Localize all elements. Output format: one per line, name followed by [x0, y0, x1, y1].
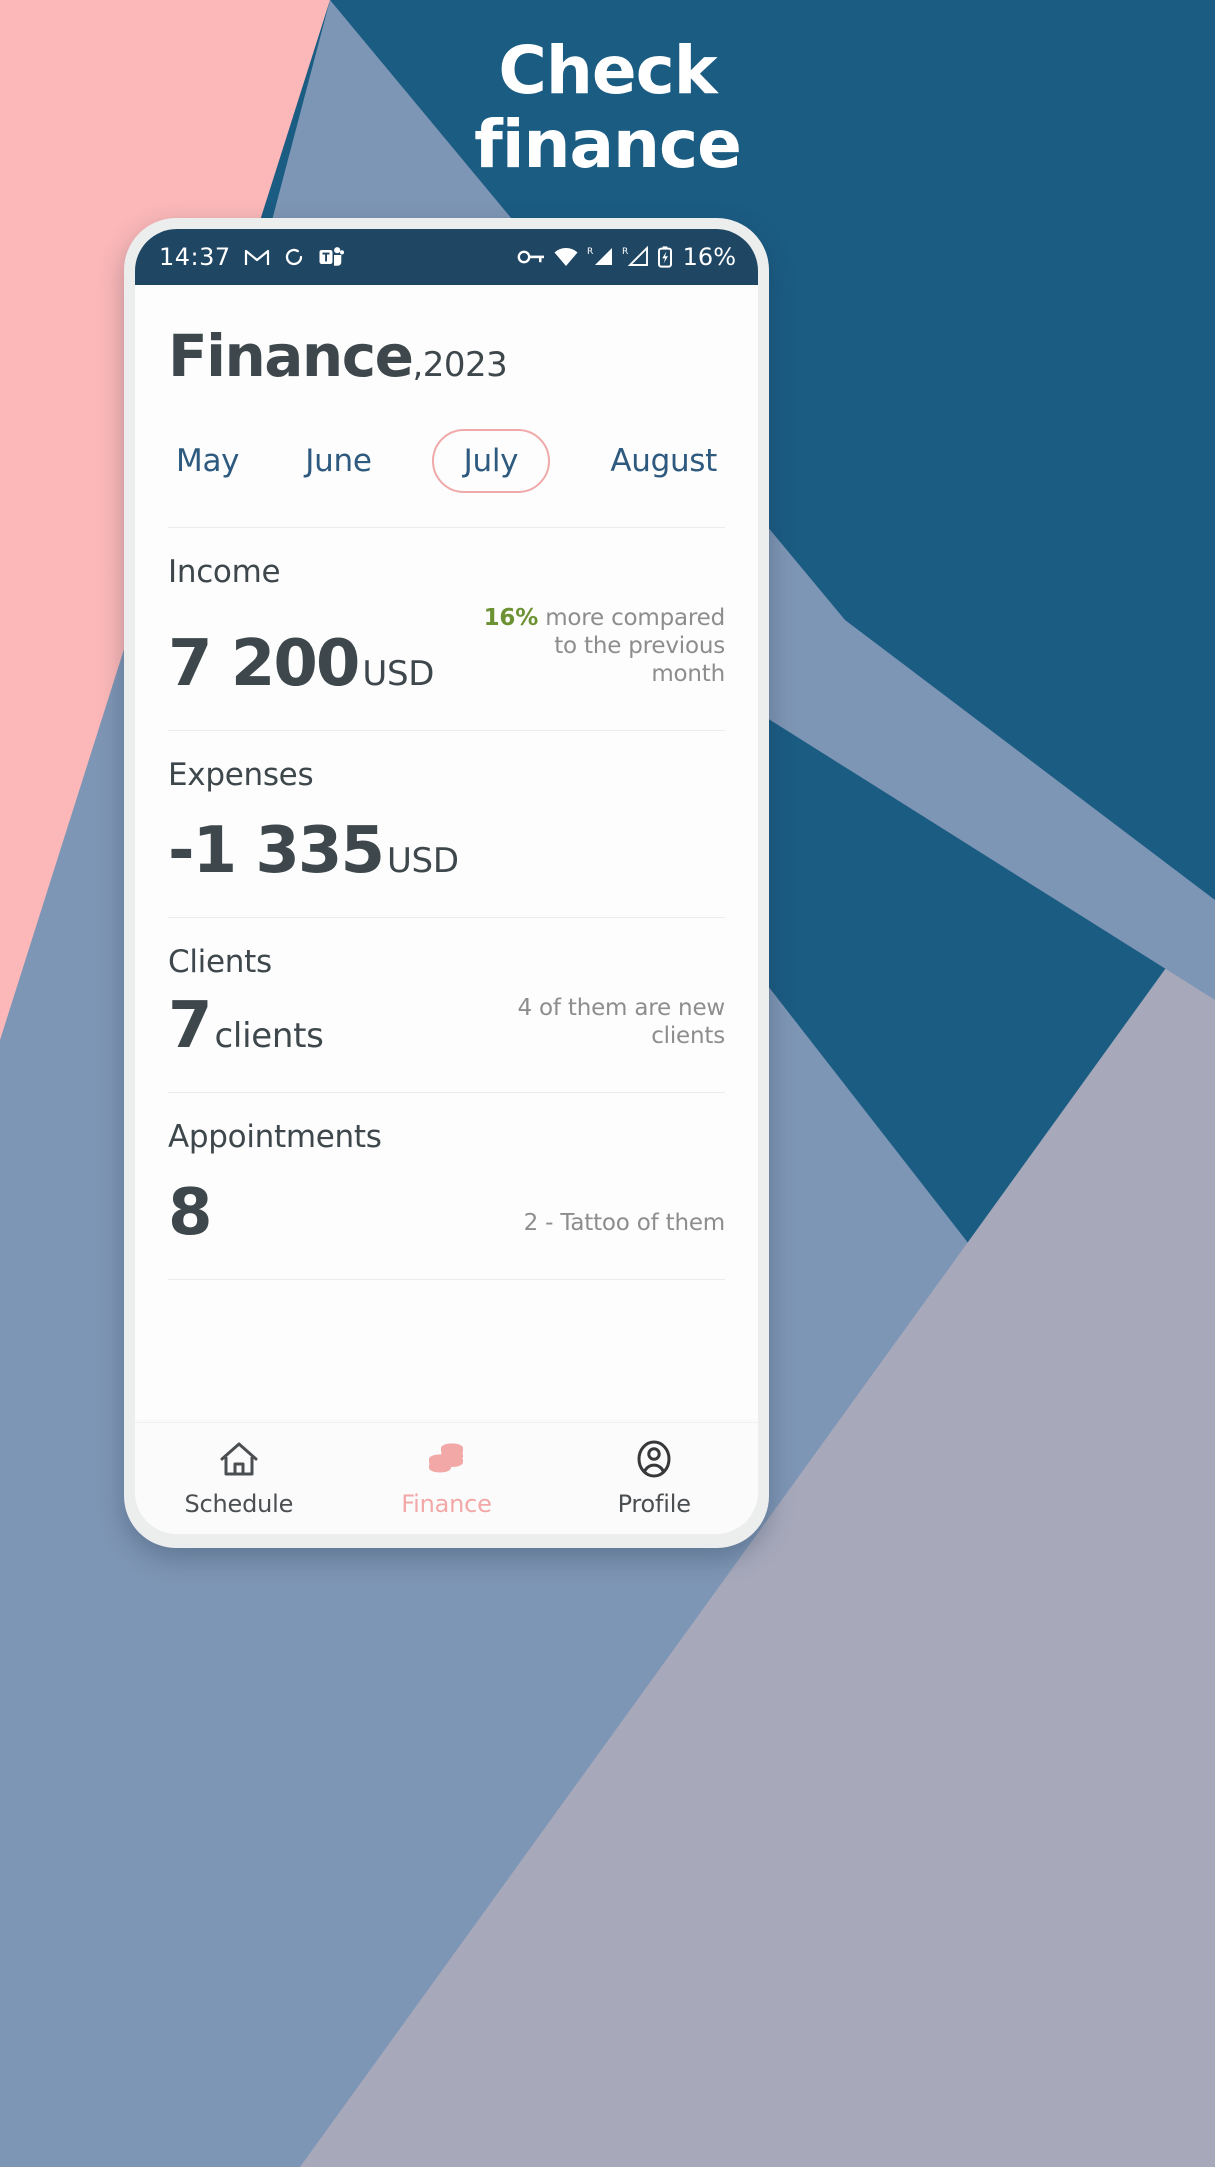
nav-item-finance[interactable]: Finance [343, 1439, 551, 1518]
wifi-icon [553, 247, 579, 267]
metric-expenses-label: Expenses [168, 757, 314, 794]
metric-clients-note: 4 of them are new clients [475, 994, 725, 1058]
metric-income-number: 7 200 [168, 627, 360, 702]
metric-expenses-value: -1 335 USD [168, 819, 459, 883]
nav-item-schedule[interactable]: Schedule [135, 1439, 343, 1518]
divider [168, 1279, 725, 1281]
status-bar: 14:37 R R 16% [135, 229, 758, 285]
person-circle-icon [632, 1439, 676, 1483]
metric-income-note-highlight: 16% [483, 605, 539, 631]
month-selector: May June July August [168, 429, 725, 493]
phone-mockup: 14:37 R R 16% Finance,2023 May June July… [124, 218, 769, 1548]
metric-appointments-note: 2 - Tattoo of them [523, 1209, 726, 1245]
bottom-navigation: Schedule Finance Profile [135, 1422, 758, 1534]
metric-income-body: 7 200 USD 16% more compared to the previo… [168, 604, 725, 696]
signal-roaming-1-icon: R [587, 246, 614, 268]
status-bar-clock: 14:37 [159, 243, 231, 271]
metric-income-unit: USD [362, 654, 435, 695]
metric-appointments-note-rest: 2 - Tattoo of them [523, 1210, 726, 1237]
vpn-key-icon [517, 249, 545, 265]
metric-clients: Clients 7 clients 4 of them are new clien… [168, 918, 725, 1058]
home-icon [217, 1439, 261, 1483]
app-content: Finance,2023 May June July August Income… [135, 285, 758, 1422]
promo-line-2: finance [474, 105, 742, 183]
metric-clients-unit: clients [214, 1016, 324, 1057]
promo-headline: Check finance [0, 34, 1215, 182]
coins-icon [425, 1439, 469, 1483]
svg-text:R: R [622, 247, 628, 257]
metric-appointments-body: 8 2 - Tattoo of them [168, 1181, 725, 1245]
metric-clients-number: 7 [168, 989, 213, 1064]
page-title-year: 2023 [422, 345, 508, 385]
metric-expenses: Expenses -1 335 USD [168, 731, 725, 883]
metric-appointments-label: Appointments [168, 1119, 382, 1156]
nav-label-schedule: Schedule [184, 1490, 294, 1518]
page-title: Finance,2023 [168, 327, 725, 385]
signal-roaming-2-icon: R [622, 246, 649, 268]
metric-appointments-value: 8 [168, 1181, 215, 1245]
nav-label-finance: Finance [401, 1490, 492, 1518]
metric-income-note-rest: more compared to the previous month [538, 605, 725, 688]
nav-item-profile[interactable]: Profile [550, 1439, 758, 1518]
month-tab-may[interactable]: May [170, 431, 245, 491]
battery-percent-label: 16% [682, 243, 736, 271]
month-tab-july[interactable]: July [431, 429, 551, 493]
metric-clients-note-rest: 4 of them are new clients [517, 995, 725, 1050]
metric-clients-body: 7 clients 4 of them are new clients [168, 994, 725, 1058]
page-title-separator: , [412, 345, 423, 385]
metric-income-label: Income [168, 554, 281, 590]
status-bar-right: R R 16% [517, 243, 736, 271]
page-title-main: Finance [168, 322, 414, 390]
metric-income-value: 7 200 USD [168, 632, 434, 696]
promo-line-1: Check [498, 32, 717, 109]
metric-expenses-body: -1 335 USD [168, 819, 725, 883]
status-bar-left: 14:37 [159, 243, 344, 271]
metric-expenses-number: -1 335 [168, 814, 385, 889]
month-tab-june[interactable]: June [299, 431, 377, 491]
battery-charging-icon [657, 246, 673, 268]
metric-appointments: Appointments 8 2 - Tattoo of them [168, 1093, 725, 1245]
gmail-icon [244, 247, 270, 267]
nav-label-profile: Profile [617, 1490, 691, 1518]
svg-text:R: R [587, 247, 593, 257]
metric-appointments-number: 8 [168, 1176, 213, 1251]
metric-clients-value: 7 clients [168, 994, 324, 1058]
metric-income: Income 7 200 USD 16% more compared to the… [168, 528, 725, 696]
metric-expenses-unit: USD [386, 841, 459, 882]
sync-icon [283, 246, 305, 268]
metric-income-note: 16% more compared to the previous month [475, 604, 726, 696]
phone-screen: 14:37 R R 16% Finance,2023 May June July… [135, 229, 758, 1534]
month-tab-august[interactable]: August [604, 431, 723, 491]
ms-teams-icon [318, 246, 344, 268]
metric-clients-label: Clients [168, 944, 272, 981]
